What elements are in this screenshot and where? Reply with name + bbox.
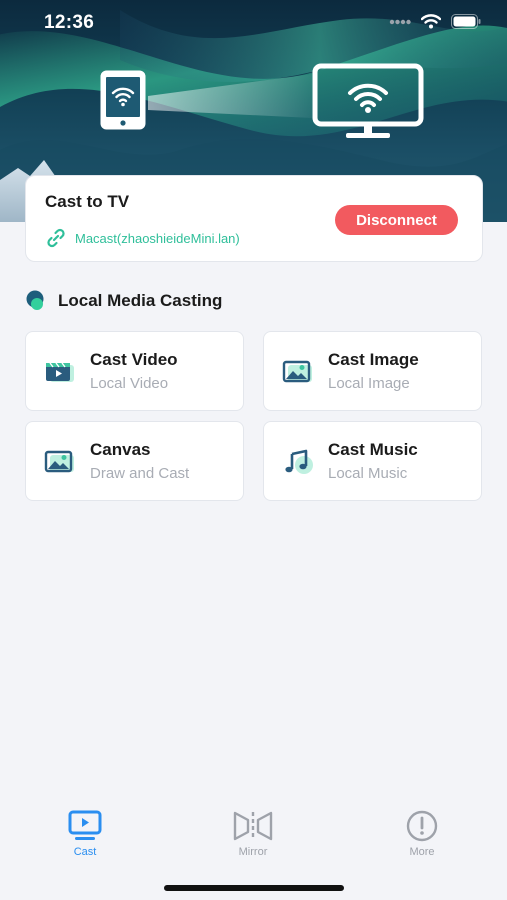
tab-more[interactable]: More [367, 810, 477, 868]
cast-image-tile[interactable]: Cast Image Local Image [263, 331, 482, 411]
section-dot-icon [26, 290, 44, 310]
home-indicator[interactable] [164, 885, 344, 891]
canvas-tile[interactable]: Canvas Draw and Cast [25, 421, 244, 501]
cast-video-tile[interactable]: Cast Video Local Video [25, 331, 244, 411]
tile-title: Cast Video [90, 350, 178, 369]
music-note-icon [285, 449, 313, 474]
status-icons [389, 14, 481, 29]
section-title: Local Media Casting [58, 291, 223, 310]
tab-label: Cast [73, 846, 97, 858]
tv-wifi-icon [312, 63, 424, 138]
exclamation-circle-icon [406, 810, 438, 842]
tv-play-icon [68, 810, 102, 840]
status-bar: 12:36 [0, 0, 507, 46]
tile-title: Canvas [90, 440, 151, 459]
tile-subtitle: Local Image [328, 375, 410, 392]
tile-title: Cast Image [328, 350, 419, 369]
phone-icon [100, 70, 146, 130]
tab-mirror[interactable]: Mirror [198, 810, 308, 868]
tab-cast[interactable]: Cast [30, 810, 140, 868]
tile-subtitle: Draw and Cast [90, 465, 190, 482]
link-icon [47, 228, 65, 248]
tile-subtitle: Local Music [328, 465, 408, 482]
status-time: 12:36 [44, 12, 95, 33]
disconnect-button[interactable]: Disconnect [335, 205, 458, 235]
cast-music-tile[interactable]: Cast Music Local Music [263, 421, 482, 501]
connected-device: Macast(zhaoshieideMini.lan) [45, 227, 240, 249]
mirror-icon [233, 811, 273, 841]
signal-dots-icon [389, 19, 411, 24]
battery-icon [451, 14, 481, 29]
tile-subtitle: Local Video [90, 375, 169, 392]
tab-label: Mirror [238, 846, 268, 858]
cast-card-title: Cast to TV [45, 192, 130, 211]
video-clapper-icon [46, 362, 74, 382]
tile-title: Cast Music [328, 440, 418, 459]
canvas-image-icon [44, 450, 74, 473]
wifi-icon [421, 14, 441, 29]
image-icon [282, 360, 312, 383]
cast-to-tv-card: Cast to TV Macast(zhaoshieideMini.lan) D… [25, 175, 483, 262]
tab-bar: Cast Mirror More [0, 810, 507, 868]
section-header: Local Media Casting [26, 290, 222, 312]
device-name: Macast(zhaoshieideMini.lan) [75, 230, 240, 246]
tab-label: More [409, 846, 435, 858]
